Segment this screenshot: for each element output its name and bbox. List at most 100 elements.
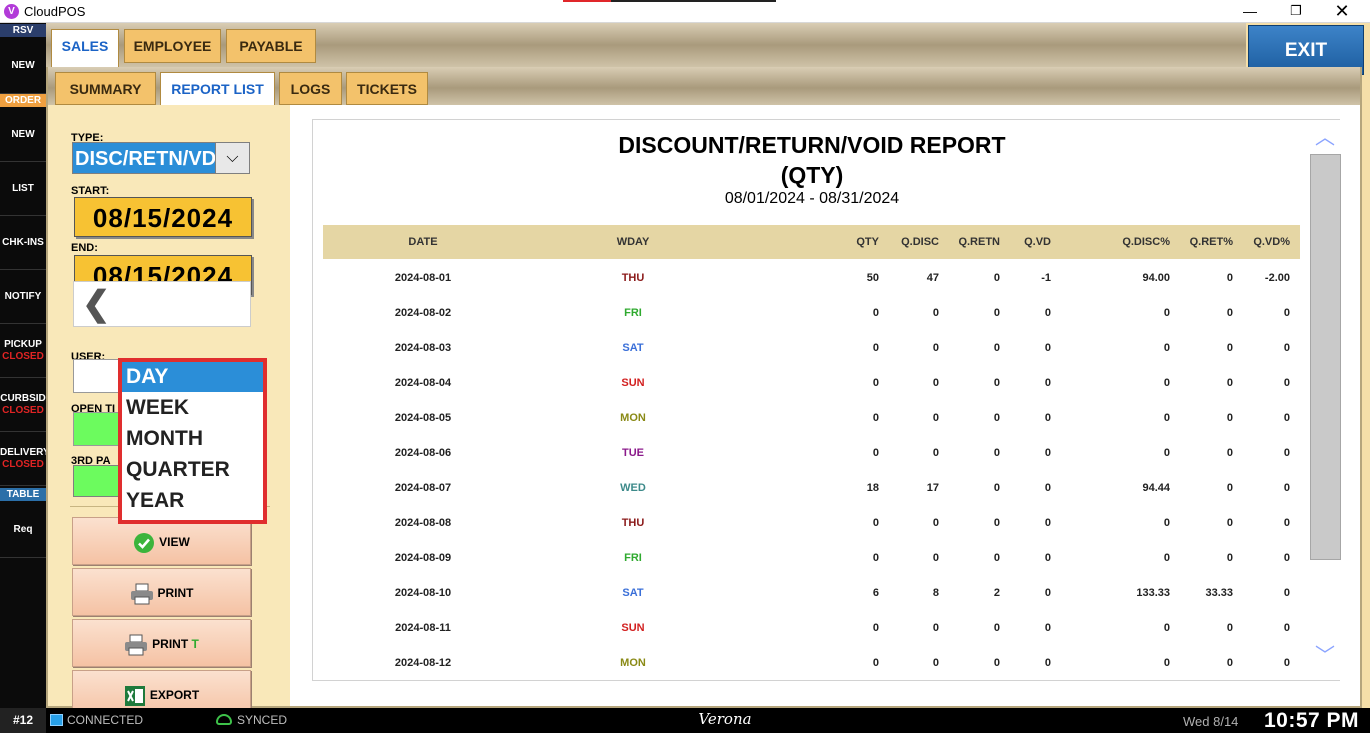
print-button[interactable]: PRINT <box>72 568 251 616</box>
main-area: SALES EMPLOYEE PAYABLE EXIT SUMMARY REPO… <box>46 23 1370 718</box>
period-option-day[interactable]: DAY <box>122 362 263 392</box>
period-option-week[interactable]: WEEK <box>122 393 263 423</box>
sidebar-header-order: ORDER <box>0 94 46 107</box>
cloud-icon <box>216 714 232 725</box>
sub-tab-bar: SUMMARY REPORT LIST LOGS TICKETS <box>48 67 1360 106</box>
cell-qvd: 0 <box>1044 622 1051 634</box>
cell-qdisc: 0 <box>932 342 939 354</box>
table-row: 2024-08-07 WED 18 17 0 0 94.44 0 0 <box>323 471 1300 506</box>
cell-wday: FRI <box>624 307 642 319</box>
cell-qdisc: 0 <box>932 517 939 529</box>
filter-panel: TYPE: DISC/RETN/VD ⌵ START: 08/15/2024 E… <box>48 105 290 718</box>
closed-status: CLOSED <box>2 405 44 416</box>
tab-employee[interactable]: EMPLOYEE <box>124 29 221 63</box>
cell-date: 2024-08-09 <box>394 552 452 564</box>
closed-status: CLOSED <box>2 351 44 362</box>
chevron-down-icon[interactable]: ⌵ <box>215 143 249 173</box>
table-row: 2024-08-11 SUN 0 0 0 0 0 0 0 <box>323 611 1300 646</box>
cell-qty: 0 <box>872 307 879 319</box>
tab-sales[interactable]: SALES <box>51 29 119 67</box>
period-navigator: ❮ <box>73 281 251 327</box>
period-option-month[interactable]: MONTH <box>122 424 263 454</box>
maximize-button[interactable]: ❐ <box>1273 0 1319 23</box>
table-row: 2024-08-04 SUN 0 0 0 0 0 0 0 <box>323 366 1300 401</box>
cell-date: 2024-08-05 <box>394 412 452 424</box>
sidebar-item-list[interactable]: LIST <box>0 162 46 216</box>
sidebar: RSV NEW ORDER NEW LIST CHK-INS NOTIFY PI… <box>0 23 46 708</box>
app-logo-icon: V <box>4 4 19 19</box>
scroll-up-icon[interactable]: ︿ <box>1313 128 1337 148</box>
cell-qdisc-pct: 133.33 <box>1136 587 1170 599</box>
cell-qty: 0 <box>872 552 879 564</box>
column-header-qdisc: Q.DISC <box>901 236 939 248</box>
cell-wday: MON <box>620 412 646 424</box>
tab-tickets[interactable]: TICKETS <box>346 72 428 105</box>
period-option-year[interactable]: YEAR <box>122 486 263 516</box>
print-t-button[interactable]: PRINT T <box>72 619 251 667</box>
print-t-suffix: T <box>191 637 199 651</box>
cell-wday: TUE <box>622 447 644 459</box>
cell-qretn: 0 <box>993 657 1000 669</box>
sync-status: SYNCED <box>237 713 288 727</box>
cell-qty: 6 <box>872 587 879 599</box>
column-header-qvd-pct: Q.VD% <box>1253 236 1290 248</box>
sidebar-item-delivery[interactable]: DELIVERY CLOSED <box>0 432 46 486</box>
cell-date: 2024-08-12 <box>394 657 452 669</box>
status-clock: 10:57 PM <box>1264 709 1360 732</box>
cell-date: 2024-08-10 <box>394 587 452 599</box>
sidebar-item-pickup[interactable]: PICKUP CLOSED <box>0 324 46 378</box>
cell-date: 2024-08-03 <box>394 342 452 354</box>
cell-qty: 0 <box>872 342 879 354</box>
cell-qdisc-pct: 0 <box>1163 342 1170 354</box>
cell-qdisc-pct: 0 <box>1163 517 1170 529</box>
period-option-quarter[interactable]: QUARTER <box>122 455 263 485</box>
cell-qdisc: 0 <box>932 447 939 459</box>
column-header-wday: WDAY <box>616 236 650 248</box>
sidebar-item-label: LIST <box>12 183 34 194</box>
table-row: 2024-08-06 TUE 0 0 0 0 0 0 0 <box>323 436 1300 471</box>
scroll-down-icon[interactable]: ﹀ <box>1313 646 1337 666</box>
tab-report-list[interactable]: REPORT LIST <box>160 72 275 106</box>
tab-logs[interactable]: LOGS <box>279 72 342 105</box>
cell-qvd-pct: 0 <box>1283 377 1290 389</box>
close-button[interactable]: ✕ <box>1319 0 1365 23</box>
column-header-qretn: Q.RETN <box>958 236 1000 248</box>
sidebar-header-rsv: RSV <box>0 24 46 37</box>
cell-qdisc: 47 <box>926 272 939 284</box>
chevron-left-icon[interactable]: ❮ <box>82 286 111 322</box>
cell-qdisc-pct: 0 <box>1163 552 1170 564</box>
report-title: DISCOUNT/RETURN/VOID REPORT <box>618 132 1006 158</box>
sidebar-item-notify[interactable]: NOTIFY <box>0 270 46 324</box>
sidebar-item-curbside[interactable]: CURBSID CLOSED <box>0 378 46 432</box>
sidebar-item-label: NEW <box>11 129 35 140</box>
sidebar-item-label: Req <box>13 524 33 535</box>
cell-qvd-pct: 0 <box>1283 412 1290 424</box>
sidebar-item-check-ins[interactable]: CHK-INS <box>0 216 46 270</box>
sidebar-item-label: NOTIFY <box>4 291 42 302</box>
start-date-field[interactable]: 08/15/2024 <box>74 197 252 237</box>
cell-wday: SAT <box>622 587 644 599</box>
sidebar-item-req[interactable]: Req <box>0 502 46 558</box>
column-header-qdisc-pct: Q.DISC% <box>1122 236 1170 248</box>
view-button[interactable]: VIEW <box>72 517 251 565</box>
tab-payable[interactable]: PAYABLE <box>226 29 316 63</box>
tab-summary[interactable]: SUMMARY <box>55 72 156 105</box>
type-select[interactable]: DISC/RETN/VD ⌵ <box>72 142 250 174</box>
sidebar-item-rsv-new[interactable]: NEW <box>0 38 46 94</box>
cell-qdisc: 0 <box>932 377 939 389</box>
minimize-button[interactable]: — <box>1227 0 1273 23</box>
table-row: 2024-08-12 MON 0 0 0 0 0 0 0 <box>323 646 1300 681</box>
sales-panel: SUMMARY REPORT LIST LOGS TICKETS TYPE: D… <box>46 67 1362 718</box>
status-date: Wed 8/14 <box>1183 714 1239 729</box>
sidebar-item-order-new[interactable]: NEW <box>0 108 46 162</box>
cell-qretn: 0 <box>993 447 1000 459</box>
cell-qvd: 0 <box>1044 412 1051 424</box>
cell-qty: 0 <box>872 377 879 389</box>
cell-date: 2024-08-04 <box>394 377 452 389</box>
scroll-thumb[interactable] <box>1310 154 1341 560</box>
window-title: CloudPOS <box>24 4 86 19</box>
report-scrollbar[interactable]: ︿ ﹀ <box>1310 120 1341 680</box>
cell-qret-pct: 0 <box>1226 552 1233 564</box>
cell-date: 2024-08-02 <box>394 307 452 319</box>
cell-qret-pct: 0 <box>1226 377 1233 389</box>
